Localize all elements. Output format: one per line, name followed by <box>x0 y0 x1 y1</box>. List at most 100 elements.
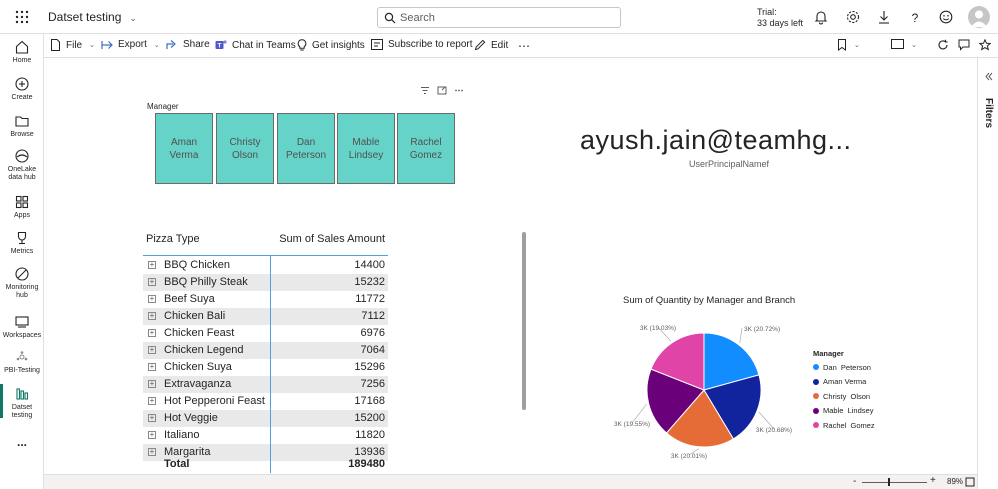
zoom-in-button[interactable]: + <box>930 475 936 486</box>
tile-label: Lindsey <box>348 149 384 161</box>
expand-icon[interactable]: + <box>148 448 156 456</box>
slicer-tile-aman-verma[interactable]: Aman Verma <box>155 113 213 184</box>
filters-pane[interactable]: Filters <box>977 58 998 489</box>
nav-more-button[interactable]: ... <box>0 436 44 448</box>
get-insights-button[interactable]: Get insights <box>297 39 365 51</box>
expand-icon[interactable]: + <box>148 329 156 337</box>
nav-item-monitoring-hub[interactable]: Monitoring hub <box>0 266 44 300</box>
expand-icon[interactable]: + <box>148 346 156 354</box>
legend-label: Mable Lindsey <box>823 406 874 416</box>
total-label: Total <box>164 458 190 470</box>
comment-icon[interactable] <box>958 39 970 51</box>
nav-label: data hub <box>8 174 36 181</box>
legend-item[interactable]: Mable Lindsey <box>813 404 875 419</box>
export-menu-button[interactable]: Export ⌄ <box>101 39 160 50</box>
nav-item-datset-testing[interactable]: Datset testing <box>0 384 44 420</box>
nav-label: testing <box>11 412 33 419</box>
expand-icon[interactable]: + <box>148 312 156 320</box>
nav-item-apps[interactable]: Apps <box>0 194 44 220</box>
legend-item[interactable]: Dan Peterson <box>813 360 875 375</box>
nav-label: Workspaces <box>2 332 42 339</box>
matrix-header-sales[interactable]: Sum of Sales Amount <box>279 233 385 245</box>
matrix-scrollbar[interactable] <box>522 232 526 410</box>
sales-amount-cell: 15200 <box>354 412 385 424</box>
sales-amount-cell: 6976 <box>360 327 385 339</box>
table-row[interactable]: + BBQ Chicken 14400 <box>143 257 388 274</box>
nav-item-create[interactable]: Create <box>0 76 44 102</box>
legend-item[interactable]: Rachel Gomez <box>813 418 875 433</box>
collapse-pane-icon[interactable] <box>984 72 993 81</box>
chat-in-teams-button[interactable]: T Chat in Teams <box>215 39 296 51</box>
refresh-icon[interactable] <box>937 39 949 51</box>
chevron-down-icon: ⌄ <box>153 41 160 49</box>
trophy-icon <box>17 231 27 245</box>
expand-icon[interactable]: + <box>148 363 156 371</box>
report-icon <box>16 388 29 400</box>
data-label: 3K (20.72%) <box>744 326 780 333</box>
app-title[interactable]: Datset testing ⌄ <box>48 10 137 24</box>
nav-item-home[interactable]: Home <box>0 39 44 65</box>
legend-item[interactable]: Aman Verma <box>813 375 875 390</box>
nav-item-pbi-testing[interactable]: PBI-Testing <box>0 349 44 375</box>
table-row[interactable]: + Beef Suya 11772 <box>143 291 388 308</box>
nav-item-workspaces[interactable]: Workspaces <box>0 314 44 340</box>
sales-amount-cell: 7064 <box>360 344 385 356</box>
slicer-tile-christy-olson[interactable]: Christy Olson <box>216 113 274 184</box>
expand-icon[interactable]: + <box>148 397 156 405</box>
matrix-header-pizza-type[interactable]: Pizza Type <box>146 233 200 245</box>
table-row[interactable]: + Chicken Feast 6976 <box>143 325 388 342</box>
nav-item-browse[interactable]: Browse <box>0 113 44 139</box>
table-row[interactable]: + Extravaganza 7256 <box>143 376 388 393</box>
subscribe-button[interactable]: Subscribe to report <box>371 39 473 50</box>
file-menu-button[interactable]: File ⌄ <box>50 39 95 51</box>
column-divider <box>270 255 271 473</box>
slicer-tile-mable-lindsey[interactable]: Mable Lindsey <box>337 113 395 184</box>
favorite-star-icon[interactable] <box>979 39 991 51</box>
bell-icon[interactable] <box>813 9 829 25</box>
bookmark-icon[interactable]: ⌄ <box>837 39 860 51</box>
data-label: 3K (19.55%) <box>614 421 650 428</box>
table-row[interactable]: + Italiano 11820 <box>143 427 388 444</box>
expand-icon[interactable]: + <box>148 431 156 439</box>
pie-chart: 3K (20.72%) 3K (20.68%) 3K (20.01%) 3K (19.… <box>614 325 792 460</box>
expand-icon[interactable]: + <box>148 295 156 303</box>
focus-mode-icon[interactable] <box>437 86 447 95</box>
expand-icon[interactable]: + <box>148 278 156 286</box>
search-input[interactable]: Search <box>377 7 621 28</box>
slicer-tile-rachel-gomez[interactable]: Rachel Gomez <box>397 113 455 184</box>
download-icon[interactable] <box>876 9 892 25</box>
help-icon[interactable]: ? <box>907 9 923 25</box>
zoom-slider-thumb[interactable] <box>888 478 890 486</box>
table-row[interactable]: + Chicken Bali 7112 <box>143 308 388 325</box>
table-row[interactable]: + Hot Veggie 15200 <box>143 410 388 427</box>
table-row[interactable]: + Chicken Legend 7064 <box>143 342 388 359</box>
legend-item[interactable]: Christy Olson <box>813 389 875 404</box>
teams-icon: T <box>215 40 227 50</box>
expand-icon[interactable]: + <box>148 261 156 269</box>
table-row[interactable]: + BBQ Philly Steak 15232 <box>143 274 388 291</box>
share-button[interactable]: Share <box>166 39 210 50</box>
expand-icon[interactable]: + <box>148 380 156 388</box>
app-launcher-icon[interactable] <box>14 9 30 25</box>
view-icon[interactable]: ⌄ <box>891 39 917 50</box>
table-row[interactable]: + Hot Pepperoni Feast 17168 <box>143 393 388 410</box>
zoom-slider[interactable] <box>862 482 927 483</box>
slicer-tile-dan-peterson[interactable]: Dan Peterson <box>277 113 335 184</box>
create-icon <box>15 77 29 91</box>
header-divider <box>143 255 388 256</box>
zoom-out-button[interactable]: - <box>853 476 856 487</box>
more-options-button[interactable]: ⋯ <box>518 39 530 53</box>
nav-label: Apps <box>14 212 30 219</box>
nav-item-onelake[interactable]: OneLake data hub <box>0 148 44 182</box>
avatar[interactable] <box>968 6 990 28</box>
sales-amount-cell: 14400 <box>354 259 385 271</box>
nav-item-metrics[interactable]: Metrics <box>0 230 44 256</box>
table-row[interactable]: + Chicken Suya 15296 <box>143 359 388 376</box>
more-options-icon[interactable] <box>454 86 464 95</box>
feedback-smiley-icon[interactable] <box>938 9 954 25</box>
fit-to-page-icon[interactable] <box>965 477 975 487</box>
expand-icon[interactable]: + <box>148 414 156 422</box>
edit-button[interactable]: Edit <box>474 39 508 51</box>
gear-icon[interactable] <box>845 9 861 25</box>
filter-icon[interactable] <box>420 86 430 95</box>
